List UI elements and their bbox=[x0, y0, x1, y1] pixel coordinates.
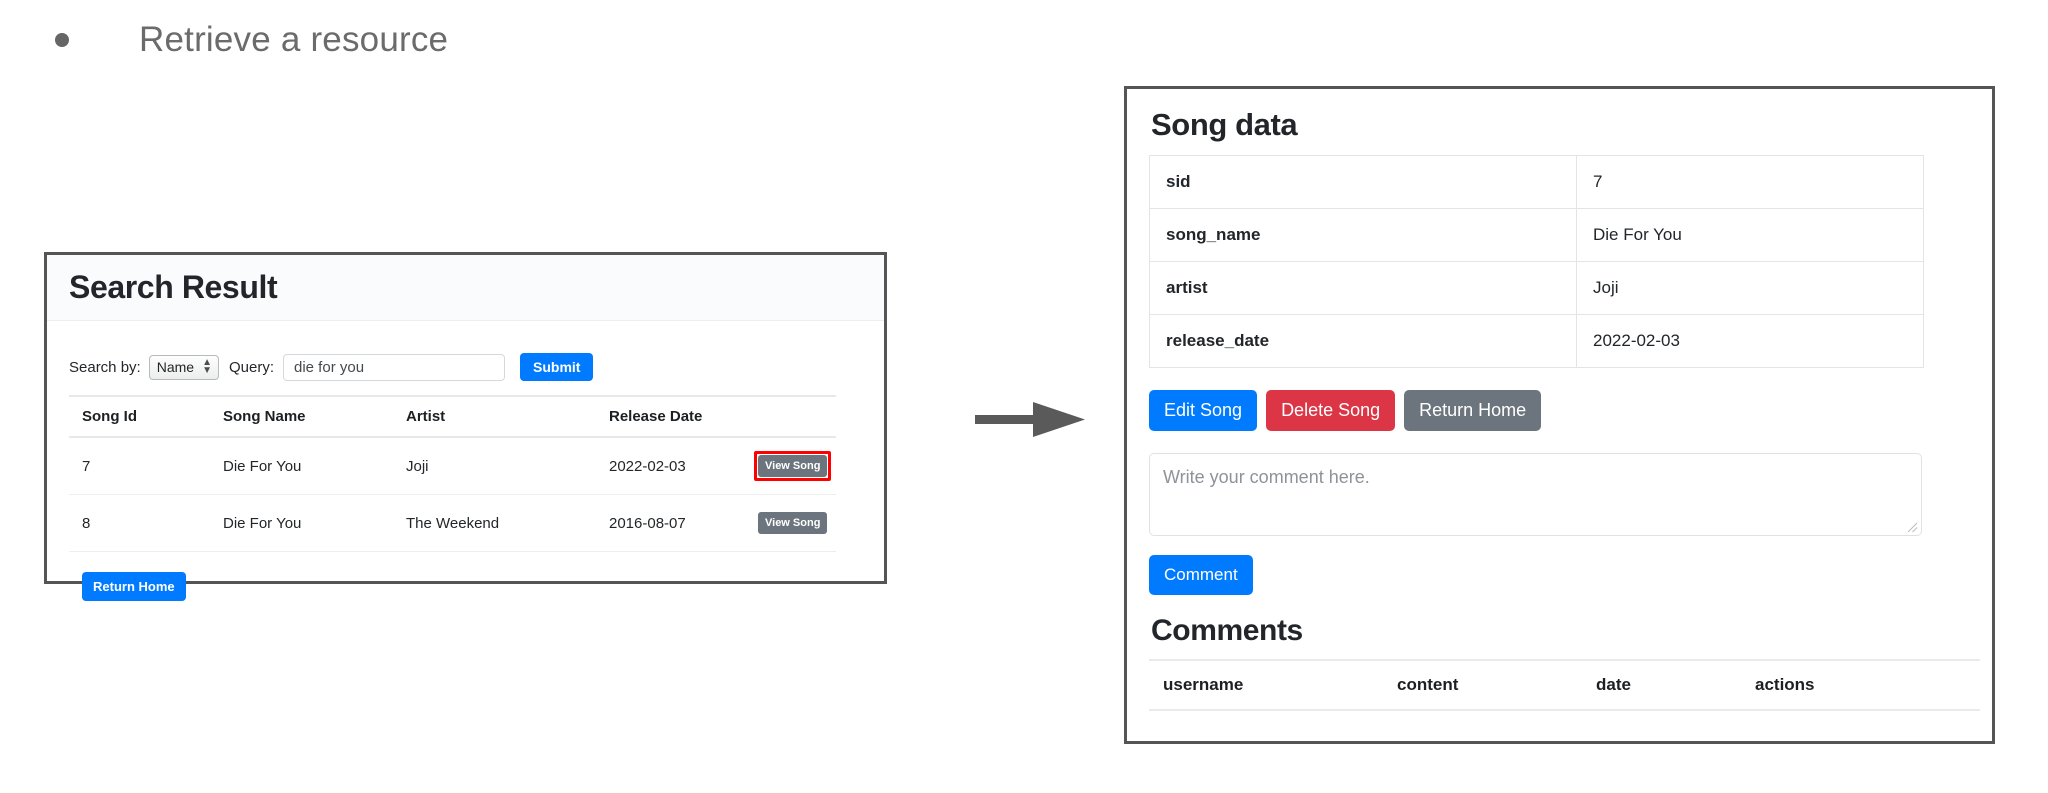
table-row: song_name Die For You bbox=[1149, 208, 1924, 262]
field-key-song-name: song_name bbox=[1149, 208, 1577, 262]
view-song-button[interactable]: View Song bbox=[758, 455, 828, 477]
table-row: sid 7 bbox=[1149, 155, 1924, 209]
field-key-sid: sid bbox=[1149, 155, 1577, 209]
song-data-table: sid 7 song_name Die For You artist Joji … bbox=[1149, 155, 1924, 368]
submit-button[interactable]: Submit bbox=[520, 353, 594, 381]
field-key-release-date: release_date bbox=[1149, 314, 1577, 368]
comment-placeholder: Write your comment here. bbox=[1163, 467, 1370, 487]
search-by-selected-value: Name bbox=[156, 359, 195, 375]
cell-song-name: Die For You bbox=[210, 437, 393, 495]
column-header-song-id: Song Id bbox=[69, 395, 210, 438]
comments-heading: Comments bbox=[1151, 614, 1303, 647]
comments-table: username content date actions bbox=[1149, 659, 1980, 711]
page-title: Search Result bbox=[69, 269, 278, 305]
table-header-row: Song Id Song Name Artist Release Date bbox=[69, 395, 836, 438]
resize-grip-icon[interactable] bbox=[1906, 521, 1918, 533]
field-key-artist: artist bbox=[1149, 261, 1577, 315]
column-header-date: date bbox=[1582, 659, 1741, 711]
search-query-value: die for you bbox=[294, 358, 365, 376]
cell-release-date: 2016-08-07 bbox=[596, 494, 754, 552]
search-result-body: Search by: Name ▲ ▼ Query: die for you Su… bbox=[47, 321, 884, 601]
song-action-buttons: Edit Song Delete Song Return Home bbox=[1149, 390, 1970, 431]
view-song-button[interactable]: View Song bbox=[758, 512, 828, 534]
highlight-box: View Song bbox=[754, 451, 832, 481]
table-row: 7 Die For You Joji 2022-02-03 View Song bbox=[69, 437, 836, 495]
table-row: release_date 2022-02-03 bbox=[1149, 314, 1924, 368]
cell-song-id: 8 bbox=[69, 494, 210, 552]
column-header-actions bbox=[754, 395, 836, 438]
right-arrow-icon bbox=[975, 402, 1085, 437]
search-query-input[interactable]: die for you bbox=[283, 353, 505, 381]
delete-song-button[interactable]: Delete Song bbox=[1266, 390, 1396, 431]
column-header-content: content bbox=[1383, 659, 1582, 711]
table-row: artist Joji bbox=[1149, 261, 1924, 315]
field-value-release-date: 2022-02-03 bbox=[1576, 314, 1924, 368]
column-header-song-name: Song Name bbox=[210, 395, 393, 438]
search-by-label: Search by: bbox=[69, 358, 141, 376]
cell-release-date: 2022-02-03 bbox=[596, 437, 754, 495]
field-value-sid: 7 bbox=[1576, 155, 1924, 209]
column-header-username: username bbox=[1149, 659, 1383, 711]
cell-song-id: 7 bbox=[69, 437, 210, 495]
search-result-header: Search Result bbox=[47, 255, 884, 321]
cell-actions: View Song bbox=[754, 494, 836, 552]
column-header-release-date: Release Date bbox=[596, 395, 754, 438]
cell-artist: The Weekend bbox=[393, 494, 596, 552]
cell-song-name: Die For You bbox=[210, 494, 393, 552]
cell-actions: View Song bbox=[754, 437, 836, 495]
table-row: 8 Die For You The Weekend 2016-08-07 Vie… bbox=[69, 494, 836, 552]
return-home-button[interactable]: Return Home bbox=[82, 572, 186, 601]
search-controls: Search by: Name ▲ ▼ Query: die for you Su… bbox=[69, 353, 862, 381]
field-value-artist: Joji bbox=[1576, 261, 1924, 315]
return-home-button[interactable]: Return Home bbox=[1404, 390, 1542, 431]
query-label: Query: bbox=[228, 358, 274, 376]
cell-artist: Joji bbox=[393, 437, 596, 495]
bullet-heading-label: Retrieve a resource bbox=[139, 20, 449, 59]
column-header-actions: actions bbox=[1741, 659, 1980, 711]
search-by-select[interactable]: Name ▲ ▼ bbox=[148, 354, 219, 380]
field-value-song-name: Die For You bbox=[1576, 208, 1924, 262]
bullet-dot-icon bbox=[55, 33, 69, 47]
bullet-heading: Retrieve a resource bbox=[55, 20, 448, 60]
table-header-row: username content date actions bbox=[1149, 659, 1980, 711]
column-header-artist: Artist bbox=[393, 395, 596, 438]
action-wrap: View Song bbox=[754, 508, 831, 538]
search-result-panel: Search Result Search by: Name ▲ ▼ Query: … bbox=[44, 252, 887, 601]
search-results-table: Song Id Song Name Artist Release Date 7 … bbox=[69, 395, 836, 552]
song-detail-panel: Song data sid 7 song_name Die For You ar… bbox=[1124, 86, 1995, 744]
song-data-title: Song data bbox=[1151, 107, 1298, 142]
comment-textarea[interactable]: Write your comment here. bbox=[1149, 453, 1922, 536]
edit-song-button[interactable]: Edit Song bbox=[1149, 390, 1258, 431]
chevron-updown-icon: ▲ ▼ bbox=[202, 357, 212, 376]
comment-submit-button[interactable]: Comment bbox=[1149, 555, 1253, 595]
